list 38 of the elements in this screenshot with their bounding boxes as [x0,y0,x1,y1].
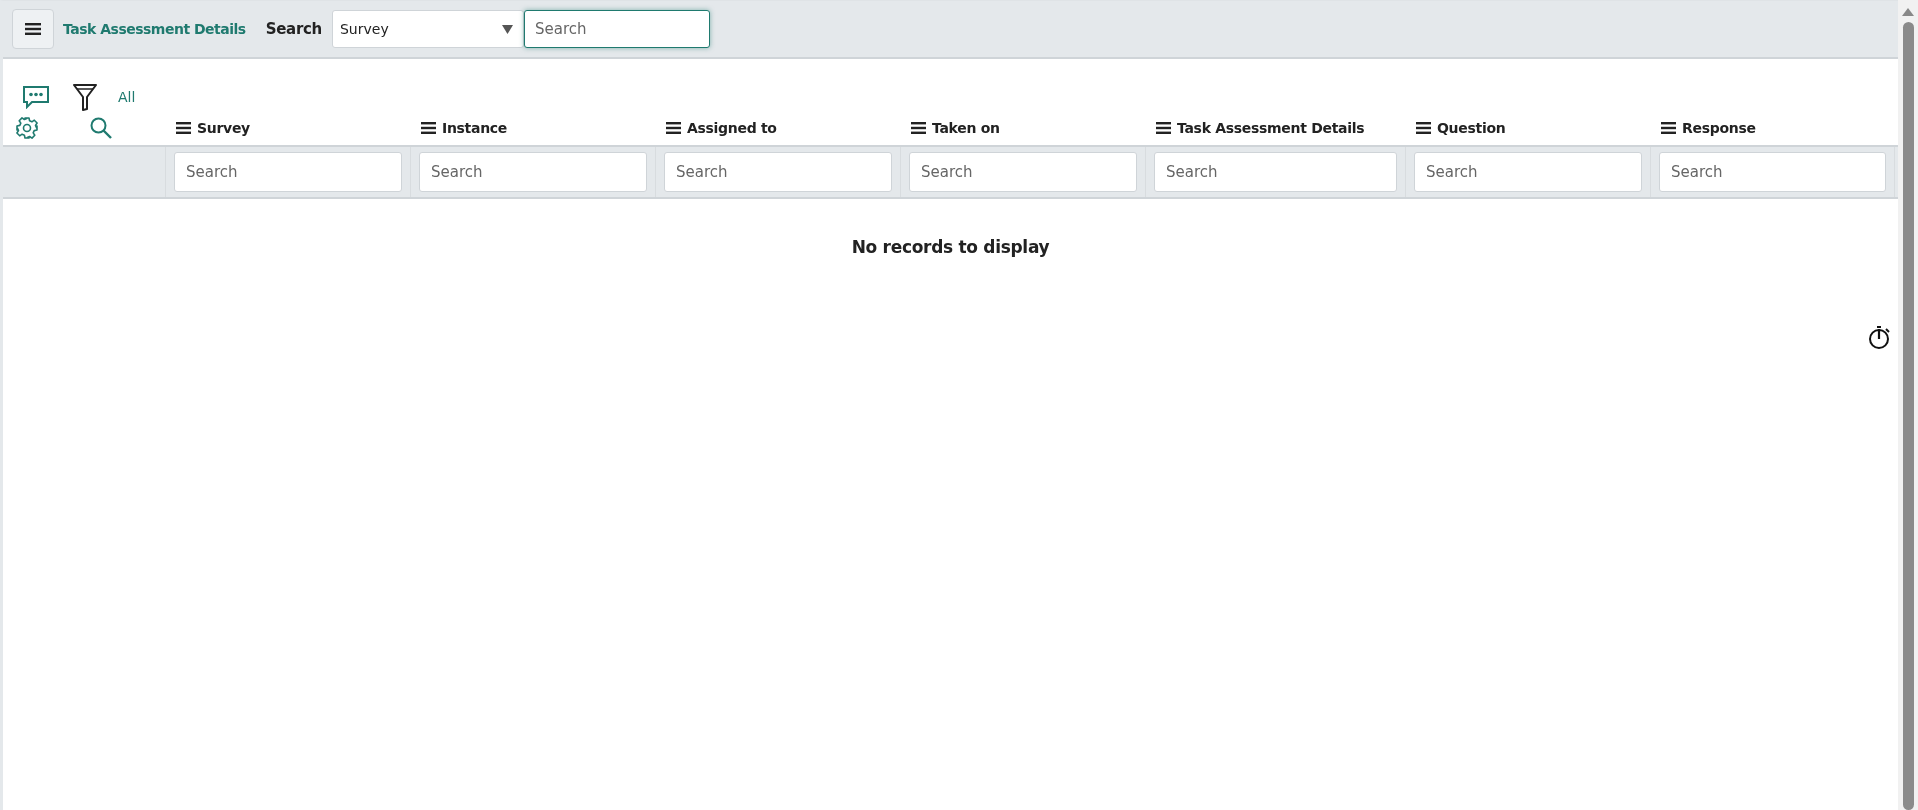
column-header[interactable]: Taken on [911,120,1000,136]
column-header[interactable]: Response [1661,120,1756,136]
column-header[interactable]: Instance [421,120,507,136]
chat-bubble-icon[interactable] [22,85,50,109]
column-search-input[interactable]: Search [909,152,1137,192]
column-search-input[interactable]: Search [1659,152,1886,192]
search-label: Search [265,20,322,38]
column-menu-icon [1661,122,1676,134]
search-field-dropdown[interactable]: Survey [331,10,524,48]
settings-icon[interactable] [15,116,39,140]
menu-icon [25,23,41,35]
search-input[interactable]: Search [523,10,710,48]
scrollbar[interactable] [1898,0,1918,810]
column-search-input[interactable]: Search [1154,152,1397,192]
column-menu-icon [1416,122,1431,134]
column-header[interactable]: Survey [176,120,250,136]
column-search-input[interactable]: Search [174,152,402,192]
column-menu-icon [421,122,436,134]
menu-button[interactable] [12,9,54,49]
empty-message: No records to display [851,237,1050,257]
column-menu-icon [666,122,681,134]
caret-icon [501,24,513,34]
stopwatch-icon[interactable] [1868,325,1892,351]
search-icon[interactable] [89,116,113,140]
column-search-input[interactable]: Search [664,152,892,192]
column-header[interactable]: Assigned to [666,120,777,136]
column-menu-icon [1156,122,1171,134]
column-menu-icon [176,122,191,134]
column-header[interactable]: Question [1416,120,1506,136]
column-search-input[interactable]: Search [419,152,647,192]
scroll-up-arrow-icon[interactable] [1902,8,1914,16]
scrollbar-thumb[interactable] [1902,22,1914,810]
column-search-input[interactable]: Search [1414,152,1642,192]
column-header[interactable]: Task Assessment Details [1156,120,1365,136]
column-menu-icon [911,122,926,134]
filter-all-link[interactable]: All [118,89,136,105]
list-title[interactable]: Task Assessment Details [63,21,246,37]
filter-funnel-icon[interactable] [72,83,98,111]
